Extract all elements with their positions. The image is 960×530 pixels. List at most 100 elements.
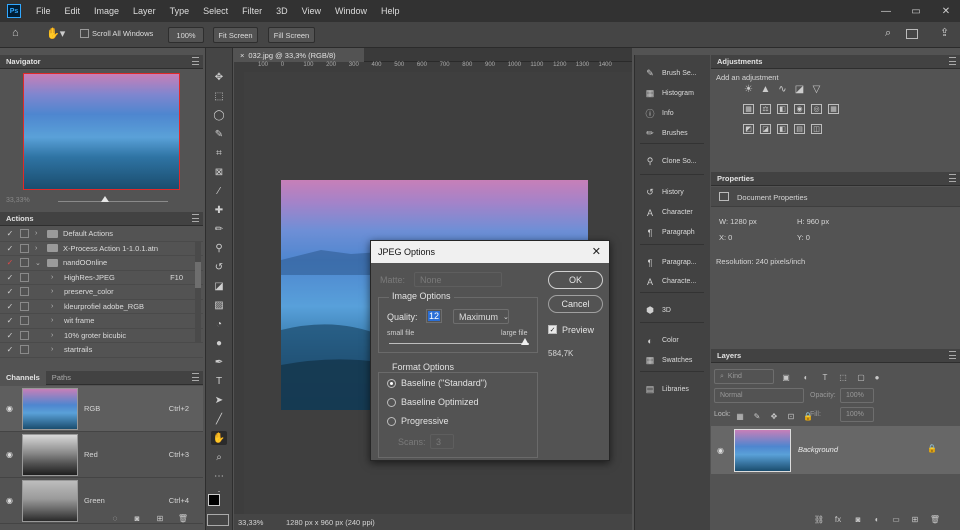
edit-toolbar-icon[interactable]: ⋯: [211, 469, 227, 483]
dock-brushes-button[interactable]: ✏ Brushes: [640, 125, 708, 142]
crop-tool-icon[interactable]: ⌗: [211, 146, 227, 160]
menu-item-layer[interactable]: Layer: [126, 6, 163, 16]
action-enabled-check-icon[interactable]: ✓: [6, 244, 14, 253]
visibility-eye-icon[interactable]: ◉: [6, 496, 16, 505]
exposure-icon[interactable]: ◪: [794, 84, 805, 95]
foreground-color-swatch[interactable]: [208, 494, 220, 506]
action-row[interactable]: ✓ › startrails: [0, 343, 203, 358]
action-enabled-check-icon[interactable]: ✓: [6, 302, 14, 311]
type-tool-icon[interactable]: T: [211, 374, 227, 388]
hue-saturation-icon[interactable]: ▦: [743, 104, 754, 114]
levels-icon[interactable]: ▲: [760, 84, 771, 95]
actions-scrollbar[interactable]: [195, 242, 201, 342]
panel-menu-icon[interactable]: [192, 373, 199, 381]
line-tool-icon[interactable]: ╱: [211, 412, 227, 426]
action-row[interactable]: ✓ › wit frame: [0, 314, 203, 329]
baseline-optimized-option[interactable]: Baseline Optimized: [387, 397, 479, 408]
layer-mask-icon[interactable]: ◙: [853, 514, 863, 524]
threshold-icon[interactable]: ◧: [777, 124, 788, 134]
selective-color-icon[interactable]: ◫: [811, 124, 822, 134]
filter-type-icon[interactable]: T: [820, 372, 830, 382]
dock-brush-settings-button[interactable]: ✎ Brush Se...: [640, 65, 708, 82]
visibility-eye-icon[interactable]: ◉: [6, 450, 16, 459]
action-dialog-toggle[interactable]: [20, 316, 29, 326]
healing-brush-tool-icon[interactable]: ✚: [211, 203, 227, 217]
eraser-tool-icon[interactable]: ◪: [211, 279, 227, 293]
dock-clone-source-button[interactable]: ⚲ Clone So...: [640, 153, 708, 170]
gradient-map-icon[interactable]: ▤: [794, 124, 805, 134]
action-dialog-toggle[interactable]: [20, 301, 29, 311]
scans-select[interactable]: 3: [430, 434, 454, 449]
layer-filter-select[interactable]: ⌕ Kind: [714, 369, 774, 384]
dock-libraries-button[interactable]: ▤ Libraries: [640, 381, 708, 398]
action-dialog-toggle[interactable]: [20, 272, 29, 282]
history-brush-tool-icon[interactable]: ↺: [211, 260, 227, 274]
invert-icon[interactable]: ◩: [743, 124, 754, 134]
action-row[interactable]: ✓ › HighRes-JPEG F10: [0, 271, 203, 285]
curves-icon[interactable]: ∿: [777, 84, 788, 95]
eyedropper-tool-icon[interactable]: ⁄: [211, 184, 227, 198]
brightness-contrast-icon[interactable]: ☀: [743, 84, 754, 95]
fit-screen-button[interactable]: Fit Screen: [213, 27, 258, 43]
search-icon[interactable]: ⌕: [885, 27, 891, 40]
zoom-100-button[interactable]: 100%: [168, 27, 204, 43]
tab-paths[interactable]: Paths: [46, 373, 77, 382]
minimize-icon[interactable]: —: [871, 0, 901, 22]
maximize-icon[interactable]: ▭: [901, 0, 931, 22]
dock-paragraph-button[interactable]: ¶ Paragraph: [640, 224, 708, 241]
fill-screen-button[interactable]: Fill Screen: [268, 27, 315, 43]
action-row[interactable]: ✓ › preserve_color: [0, 285, 203, 300]
fill-field[interactable]: 100%: [840, 407, 874, 422]
dock-swatches-button[interactable]: ▦ Swatches: [640, 352, 708, 369]
dock-histogram-button[interactable]: ▦ Histogram: [640, 85, 708, 102]
menu-item-file[interactable]: File: [29, 6, 58, 16]
save-selection-icon[interactable]: ◙: [132, 513, 142, 523]
menu-item-window[interactable]: Window: [328, 6, 374, 16]
disclosure-caret-icon[interactable]: ›: [51, 274, 59, 281]
action-row[interactable]: ✓ › Default Actions: [0, 227, 203, 242]
dock-paragraph-styles-button[interactable]: ¶ Paragrap...: [640, 254, 708, 271]
disclosure-caret-icon[interactable]: ›: [51, 332, 59, 339]
dock-character-styles-button[interactable]: A Characte...: [640, 273, 708, 290]
quick-selection-tool-icon[interactable]: ✎: [211, 127, 227, 141]
dock-history-button[interactable]: ↺ History: [640, 184, 708, 201]
black-white-icon[interactable]: ◧: [777, 104, 788, 114]
visibility-eye-icon[interactable]: ◉: [717, 446, 724, 455]
action-row[interactable]: ✓ › kleurprofiel adobe_RGB: [0, 300, 203, 314]
action-enabled-check-icon[interactable]: ✓: [6, 345, 14, 354]
menu-item-3d[interactable]: 3D: [269, 6, 295, 16]
marquee-tool-icon[interactable]: ⬚: [211, 89, 227, 103]
layer-style-icon[interactable]: fx: [833, 514, 843, 524]
disclosure-caret-icon[interactable]: ›: [51, 303, 59, 310]
quality-input[interactable]: 12: [426, 309, 442, 323]
ok-button[interactable]: OK: [548, 271, 603, 289]
visibility-eye-icon[interactable]: ◉: [6, 404, 16, 413]
lock-transparent-icon[interactable]: ▦: [735, 411, 745, 421]
menu-item-view[interactable]: View: [295, 6, 328, 16]
action-dialog-toggle[interactable]: [20, 229, 29, 239]
disclosure-caret-icon[interactable]: ›: [35, 230, 43, 237]
new-channel-icon[interactable]: ⊞: [155, 513, 165, 523]
lock-position-icon[interactable]: ✥: [769, 411, 779, 421]
radio-selected-icon[interactable]: [387, 379, 396, 389]
tab-channels[interactable]: Channels: [0, 370, 46, 385]
close-icon[interactable]: ✕: [931, 0, 960, 22]
action-enabled-check-icon[interactable]: ✓: [6, 316, 14, 325]
navigator-thumbnail[interactable]: [23, 73, 180, 190]
color-lookup-icon[interactable]: ▦: [828, 104, 839, 114]
link-layers-icon[interactable]: ⛓: [814, 514, 824, 524]
scroll-all-checkbox[interactable]: [80, 29, 89, 38]
disclosure-caret-icon[interactable]: ›: [51, 288, 59, 295]
navigator-zoom-slider[interactable]: [58, 201, 168, 202]
path-selection-tool-icon[interactable]: ➤: [211, 393, 227, 407]
menu-item-select[interactable]: Select: [196, 6, 235, 16]
blend-mode-select[interactable]: Normal: [714, 388, 804, 403]
disclosure-caret-icon[interactable]: ›: [35, 245, 43, 252]
channel-row[interactable]: ◉ Green Ctrl+4: [0, 478, 203, 524]
menu-item-type[interactable]: Type: [163, 6, 197, 16]
action-row[interactable]: ✓ › X-Process Action 1-1.0.1.atn: [0, 242, 203, 256]
panel-menu-icon[interactable]: [192, 214, 199, 222]
dock-info-button[interactable]: ⓘ Info: [640, 105, 708, 122]
hand-tool-preset-icon[interactable]: ✋▾: [46, 27, 66, 41]
action-enabled-check-icon[interactable]: ✓: [6, 258, 14, 267]
